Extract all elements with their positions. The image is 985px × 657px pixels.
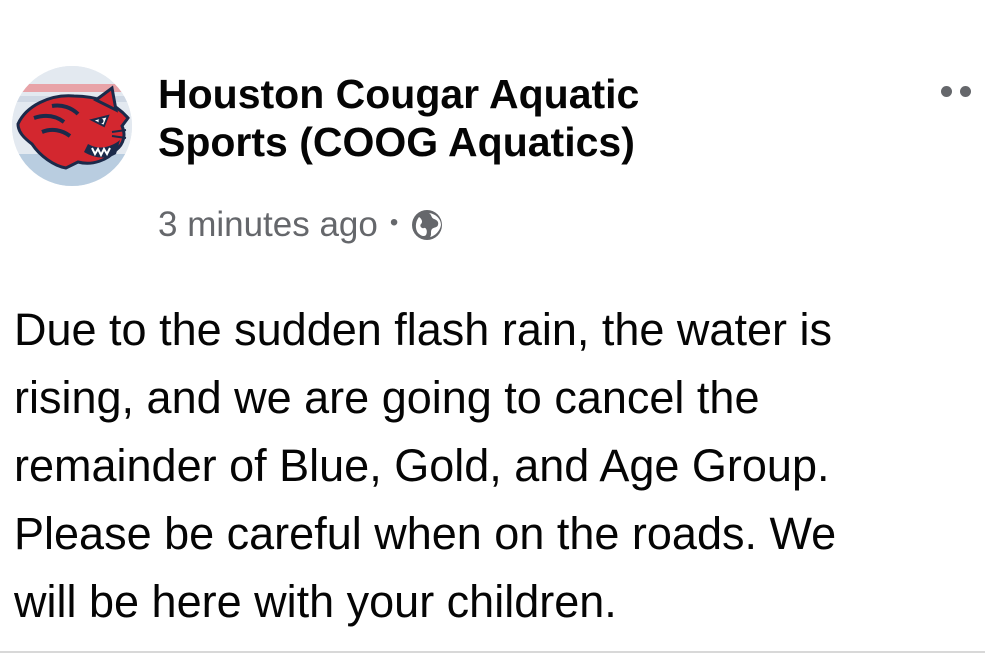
page-name-link[interactable]: Houston Cougar Aquatic Sports (COOG Aqua… [158,70,858,166]
more-options-icon [941,85,952,97]
page-name-line-2: Sports (COOG Aquatics) [158,119,635,165]
post-text: Due to the sudden flash rain, the water … [14,304,837,627]
more-options-button[interactable] [941,82,981,100]
cougar-logo-icon [12,66,132,186]
more-options-icon-dot [960,85,971,97]
post-meta: 3 minutes ago • [158,202,444,248]
meta-separator: • [389,209,399,236]
post-timestamp[interactable]: 3 minutes ago [158,205,378,245]
globe-icon[interactable] [410,208,444,242]
post-card: Houston Cougar Aquatic Sports (COOG Aqua… [0,0,985,657]
page-name-line-1: Houston Cougar Aquatic [158,71,640,117]
page-avatar[interactable] [12,66,132,186]
post-divider [0,651,985,653]
